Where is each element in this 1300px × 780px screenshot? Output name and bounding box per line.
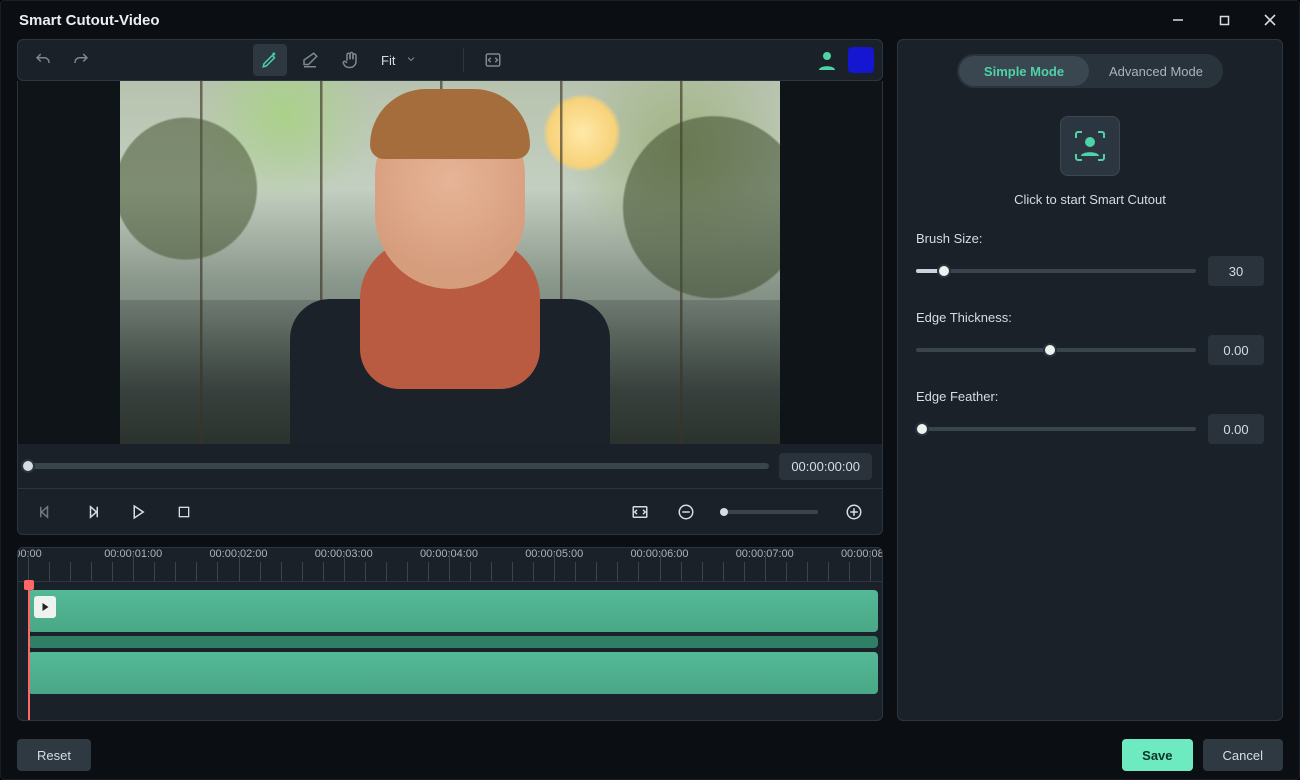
edge-feather-slider-thumb[interactable]	[915, 422, 929, 436]
zoom-in-button[interactable]	[838, 496, 870, 528]
seek-thumb[interactable]	[21, 459, 35, 473]
transport-bar	[18, 488, 882, 534]
prev-frame-button[interactable]	[30, 496, 62, 528]
video-clip-top[interactable]	[28, 590, 878, 632]
timeline-panel: 00:0000:00:01:0000:00:02:0000:00:03:0000…	[17, 547, 883, 721]
timeline-tracks[interactable]	[18, 582, 882, 720]
zoom-slider-thumb[interactable]	[720, 508, 728, 516]
foreground-mask-icon[interactable]	[814, 47, 840, 73]
play-button[interactable]	[122, 496, 154, 528]
edge-thickness-label: Edge Thickness:	[916, 310, 1264, 325]
brush-size-label: Brush Size:	[916, 231, 1264, 246]
maximize-button[interactable]	[1201, 4, 1247, 36]
chevron-down-icon	[405, 53, 417, 68]
toolbar: Fit	[17, 39, 883, 81]
edge-thickness-field: Edge Thickness: 0.00	[916, 310, 1264, 365]
clip-play-icon	[34, 596, 56, 618]
playhead[interactable]	[28, 582, 30, 720]
start-smart-cutout-label: Click to start Smart Cutout	[1014, 192, 1166, 207]
brush-size-slider-thumb[interactable]	[937, 264, 951, 278]
clip-divider	[28, 636, 878, 648]
minimize-button[interactable]	[1155, 4, 1201, 36]
ruler-label: 00:00:08:00	[841, 548, 883, 560]
video-frame-placeholder	[120, 81, 780, 444]
tab-simple-mode[interactable]: Simple Mode	[959, 56, 1089, 86]
edge-thickness-slider-thumb[interactable]	[1043, 343, 1057, 357]
footer: Reset Save Cancel	[1, 731, 1299, 779]
compare-toggle[interactable]	[476, 44, 510, 76]
seek-bar[interactable]	[28, 463, 769, 469]
redo-button[interactable]	[64, 44, 98, 76]
brush-size-field: Brush Size: 30	[916, 231, 1264, 286]
start-smart-cutout-button[interactable]	[1060, 116, 1120, 176]
mode-tabs: Simple Mode Advanced Mode	[957, 54, 1223, 88]
ruler-label: 00:00	[17, 548, 42, 560]
window-title: Smart Cutout-Video	[19, 12, 160, 29]
zoom-fit-dropdown[interactable]: Fit	[373, 45, 451, 75]
undo-button[interactable]	[26, 44, 60, 76]
edge-thickness-slider[interactable]	[916, 348, 1196, 352]
pan-tool[interactable]	[333, 44, 367, 76]
fit-screen-button[interactable]	[624, 496, 656, 528]
brush-size-slider[interactable]	[916, 269, 1196, 273]
zoom-fit-label: Fit	[381, 53, 395, 68]
edge-feather-label: Edge Feather:	[916, 389, 1264, 404]
edge-thickness-value[interactable]: 0.00	[1208, 335, 1264, 365]
window-controls	[1155, 4, 1293, 36]
side-panel: Simple Mode Advanced Mode Click to start…	[897, 39, 1283, 721]
background-color-swatch[interactable]	[848, 47, 874, 73]
reset-button[interactable]: Reset	[17, 739, 91, 771]
titlebar: Smart Cutout-Video	[1, 1, 1299, 39]
tab-advanced-mode[interactable]: Advanced Mode	[1091, 56, 1221, 86]
next-frame-button[interactable]	[76, 496, 108, 528]
video-preview[interactable]	[18, 81, 882, 444]
zoom-slider[interactable]	[722, 510, 818, 514]
edge-feather-slider[interactable]	[916, 427, 1196, 431]
video-clip-bottom[interactable]	[28, 652, 878, 694]
zoom-out-button[interactable]	[670, 496, 702, 528]
save-button[interactable]: Save	[1122, 739, 1192, 771]
seek-row: 00:00:00:00	[18, 444, 882, 488]
timeline-ruler[interactable]: 00:0000:00:01:0000:00:02:0000:00:03:0000…	[18, 548, 882, 582]
close-button[interactable]	[1247, 4, 1293, 36]
brush-add-tool[interactable]	[253, 44, 287, 76]
preview-panel: 00:00:00:00	[17, 81, 883, 535]
stop-button[interactable]	[168, 496, 200, 528]
toolbar-separator	[463, 48, 464, 72]
eraser-tool[interactable]	[293, 44, 327, 76]
cancel-button[interactable]: Cancel	[1203, 739, 1283, 771]
edge-feather-value[interactable]: 0.00	[1208, 414, 1264, 444]
brush-size-value[interactable]: 30	[1208, 256, 1264, 286]
timecode-readout: 00:00:00:00	[779, 453, 872, 480]
edge-feather-field: Edge Feather: 0.00	[916, 389, 1264, 444]
